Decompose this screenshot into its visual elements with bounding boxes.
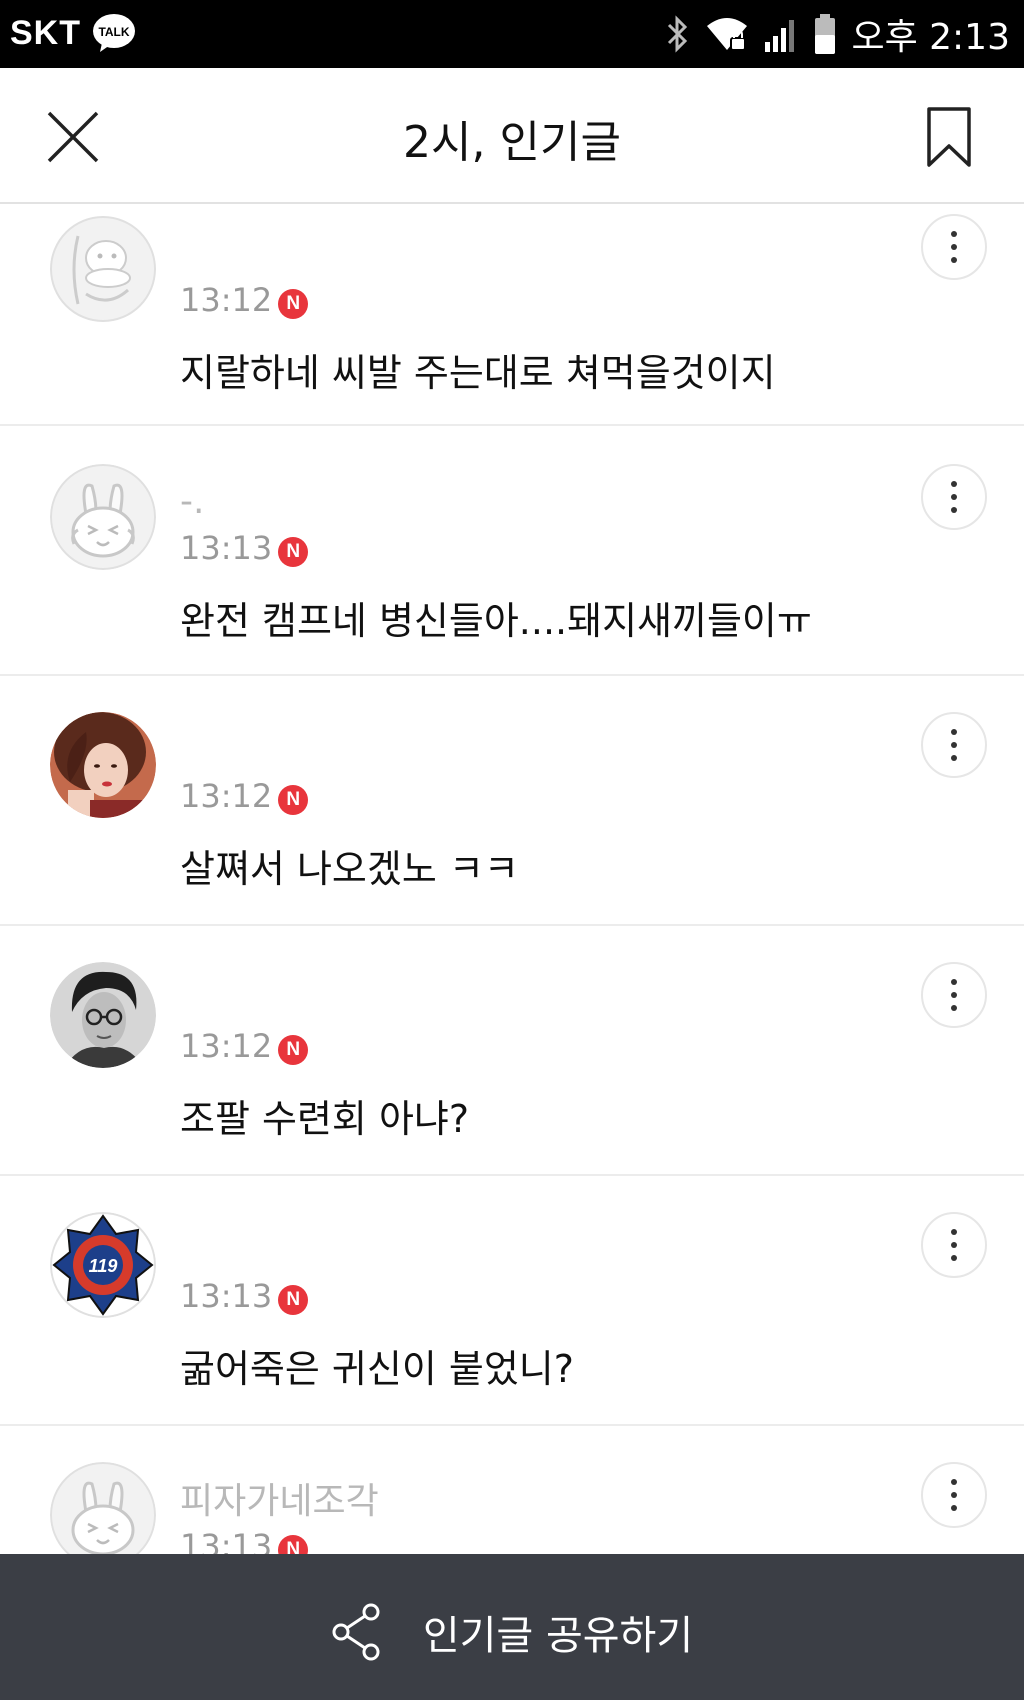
comment-time: 13:12 [180, 1027, 273, 1065]
comment-item: 13:12 N 지랄하네 씨발 주는대로 쳐먹을것이지 [0, 204, 1024, 427]
comment-time: 13:13 [180, 1527, 273, 1554]
more-vertical-icon [951, 979, 957, 1011]
comment-author[interactable]: 피자가네조각 [180, 1480, 379, 1524]
new-badge: N [278, 289, 309, 319]
woman-photo-avatar [50, 712, 156, 818]
comment-time: 13:13 [180, 1277, 273, 1315]
comment-text: 지랄하네 씨발 주는대로 쳐먹을것이지 [180, 351, 776, 395]
more-options-button[interactable] [921, 712, 987, 778]
share-bar[interactable]: 인기글 공유하기 [0, 1554, 1024, 1700]
comment-item: 피자가네조각 13:13 N [0, 1426, 1024, 1554]
more-options-button[interactable] [921, 1212, 987, 1278]
rabbit-avatar-icon [50, 1462, 156, 1554]
battery-icon [815, 14, 836, 54]
bluetooth-icon [668, 15, 688, 53]
comment-item: 119 13:13 N 굶어죽은 귀신이 붙었니? [0, 1176, 1024, 1427]
comment-item: -. 13:13 N 완전 캠프네 병신들아....돼지새끼들이ㅠ [0, 426, 1024, 677]
new-badge: N [278, 1535, 309, 1554]
wifi-lock-icon [707, 18, 748, 51]
new-badge: N [278, 1285, 309, 1315]
emblem-text: 119 [89, 1256, 118, 1276]
more-vertical-icon [951, 231, 957, 263]
more-options-button[interactable] [921, 962, 987, 1028]
share-label: 인기글 공유하기 [422, 1613, 694, 1659]
more-options-button[interactable] [921, 214, 987, 280]
comment-text: 굶어죽은 귀신이 붙었니? [180, 1347, 574, 1391]
carrier-label: SKT [10, 14, 81, 52]
comment-text: 조팔 수련회 아냐? [180, 1097, 470, 1141]
signal-icon [765, 20, 795, 52]
more-vertical-icon [951, 729, 957, 761]
comment-author[interactable]: -. [180, 480, 204, 524]
new-badge: N [278, 1035, 309, 1065]
more-vertical-icon [951, 1229, 957, 1261]
new-badge: N [278, 537, 309, 567]
talk-badge-text: TALK [98, 25, 129, 39]
comment-meta: 13:13 N [180, 528, 309, 568]
comment-item: 13:12 N 조팔 수련회 아냐? [0, 926, 1024, 1177]
rabbit-avatar-icon [50, 464, 156, 570]
comment-time: 13:13 [180, 529, 273, 567]
comment-meta: 13:13 N [180, 1276, 309, 1316]
clock: 오후 2:13 [851, 17, 1010, 58]
top-app-bar: 2시, 인기글 [0, 68, 1024, 204]
bookmark-button[interactable] [926, 106, 972, 168]
comment-meta: 13:13 N [180, 1526, 309, 1554]
comment-item: 13:12 N 살쪄서 나오겠노 ㅋㅋ [0, 676, 1024, 927]
comment-text: 살쪄서 나오겠노 ㅋㅋ [180, 847, 519, 891]
more-options-button[interactable] [921, 464, 987, 530]
share-icon [332, 1603, 380, 1661]
share-button[interactable]: 인기글 공유하기 [0, 1602, 1024, 1662]
comment-time: 13:12 [180, 777, 273, 815]
comment-text: 완전 캠프네 병신들아....돼지새끼들이ㅠ [180, 599, 812, 643]
comment-list[interactable]: 13:12 N 지랄하네 씨발 주는대로 쳐먹을것이지 -. 13:13 N 완전 … [0, 204, 1024, 1554]
page-title: 2시, 인기글 [403, 117, 621, 168]
man-photo-avatar [50, 962, 156, 1068]
more-vertical-icon [951, 481, 957, 513]
comment-meta: 13:12 N [180, 776, 309, 816]
comment-meta: 13:12 N [180, 280, 309, 320]
duck-avatar-icon [50, 216, 156, 322]
fire-service-emblem-avatar: 119 [50, 1212, 156, 1318]
comment-meta: 13:12 N [180, 1026, 309, 1066]
more-options-button[interactable] [921, 1462, 987, 1528]
status-bar: SKT TALK 오후 2:13 [0, 0, 1024, 68]
comment-time: 13:12 [180, 281, 273, 319]
status-icons: 오후 2:13 [665, 8, 1010, 60]
kakaotalk-notification-icon: TALK [93, 14, 135, 52]
more-vertical-icon [951, 1479, 957, 1511]
new-badge: N [278, 785, 309, 815]
